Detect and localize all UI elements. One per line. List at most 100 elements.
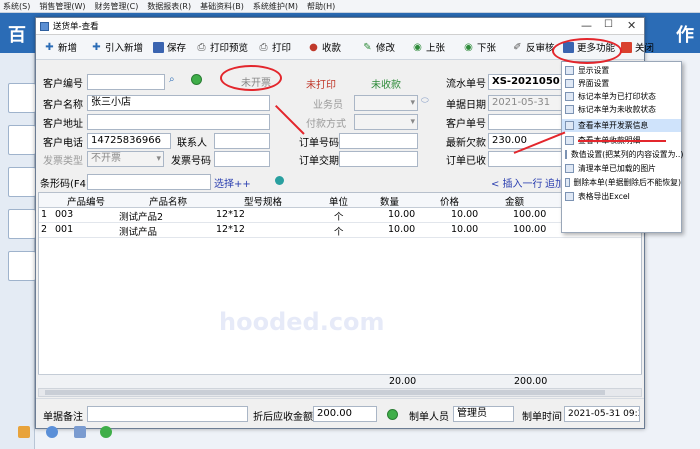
menu-maintain[interactable]: 系统维护(M) (253, 1, 298, 12)
cell-spec[interactable]: 12*12 (216, 224, 245, 235)
menu-item-delete-note[interactable]: 删除本单(单据删除后不能恢复) (562, 176, 681, 189)
confirm-icon[interactable] (387, 409, 398, 420)
debt-label: 最新欠款 (446, 138, 486, 149)
unapprove-button[interactable]: ✐ 反审核 (512, 39, 554, 55)
mark-icon (565, 105, 574, 114)
new-button-label: 新增 (58, 43, 78, 54)
print-button[interactable]: ⎙ 打印 (258, 39, 292, 55)
customer-name-input[interactable]: 张三小店 (87, 95, 270, 111)
cell-amount[interactable]: 100.00 (513, 209, 546, 220)
order-trade-input[interactable] (339, 151, 418, 167)
table-row[interactable]: 1 003 测试产品2 12*12 个 10.00 10.00 100.00 (39, 208, 641, 223)
cell-qty[interactable]: 10.00 (388, 209, 415, 220)
cell-price[interactable]: 10.00 (451, 209, 478, 220)
cell-qty[interactable]: 10.00 (388, 224, 415, 235)
minimize-button[interactable]: — (581, 19, 592, 32)
cust-order-input[interactable] (488, 114, 566, 130)
cell-name[interactable]: 测试产品 (119, 224, 157, 238)
globe-icon[interactable] (275, 176, 284, 185)
menu-item-label: 清理本单已加载的图片 (578, 164, 656, 173)
menu-help[interactable]: 帮助(H) (307, 1, 335, 12)
received-input[interactable] (488, 151, 566, 167)
nav-tile-2[interactable] (8, 125, 36, 155)
header-price[interactable]: 价格 (440, 194, 459, 208)
folder-icon[interactable] (18, 426, 30, 438)
pay-method-select[interactable] (354, 114, 418, 130)
menu-basic[interactable]: 基础资料(B) (200, 1, 244, 12)
remark-input[interactable] (87, 406, 248, 422)
menu-item-clear-images[interactable]: 清理本单已加载的图片 (562, 162, 681, 175)
select-link[interactable]: 选择++ (214, 175, 251, 190)
cell-spec[interactable]: 12*12 (216, 209, 245, 220)
close-button[interactable]: 关闭 (621, 39, 654, 55)
plus-icon: ✚ (92, 41, 101, 53)
salesman-select[interactable] (354, 95, 418, 111)
nav-tile-4[interactable] (8, 209, 36, 239)
cell-unit[interactable]: 个 (334, 224, 344, 238)
print-preview-button[interactable]: ⎙ 打印预览 (196, 39, 249, 55)
coins-icon: ● (309, 41, 318, 53)
invoice-no-input[interactable] (214, 151, 270, 167)
salesman-lookup-icon[interactable]: ⬭ (421, 96, 429, 106)
menu-item-value-settings[interactable]: 数值设置(把某列的内容设置为..) (562, 148, 683, 161)
customer-code-input[interactable] (87, 74, 165, 90)
header-name[interactable]: 产品名称 (149, 194, 187, 208)
nav-tile-5[interactable] (8, 251, 36, 281)
order-no-input[interactable] (339, 133, 418, 149)
invoice-type-select[interactable]: 不开票 (87, 151, 164, 167)
menu-system[interactable]: 系统(S) (3, 1, 30, 12)
menu-item-export-excel[interactable]: 表格导出Excel (562, 190, 681, 203)
serial-input[interactable]: XS-20210501 (488, 74, 566, 90)
nav-tile-3[interactable] (8, 167, 36, 197)
menu-reports[interactable]: 数据报表(R) (147, 1, 191, 12)
clock-icon[interactable] (46, 426, 58, 438)
header-amount[interactable]: 金额 (505, 194, 524, 208)
barcode-input[interactable] (87, 174, 211, 190)
save-button[interactable]: 保存 (153, 39, 186, 55)
scrollbar-thumb[interactable] (45, 390, 605, 395)
menu-item-mark-unpaid[interactable]: 标记本单为未收款状态 (562, 103, 681, 116)
import-new-button[interactable]: ✚ 引入新增 (91, 39, 143, 55)
edit-button[interactable]: ✎ 修改 (362, 39, 395, 55)
table-row[interactable]: 2 001 测试产品 12*12 个 10.00 10.00 100.00 (39, 223, 641, 238)
cell-amount[interactable]: 100.00 (513, 224, 546, 235)
time-input[interactable]: 2021-05-31 09:37:47 (564, 406, 640, 422)
menu-item-ui-settings[interactable]: 界面设置 (562, 77, 681, 90)
cust-order-label: 客户单号 (446, 119, 486, 130)
menu-finance[interactable]: 财务管理(C) (94, 1, 138, 12)
cell-code[interactable]: 003 (55, 209, 73, 220)
cell-name[interactable]: 测试产品2 (119, 209, 163, 223)
close-window-button[interactable]: ✕ (627, 19, 636, 32)
menu-item-display-settings[interactable]: 显示设置 (562, 64, 681, 77)
header-unit[interactable]: 单位 (329, 194, 348, 208)
search-icon[interactable]: ⌕ (169, 74, 175, 85)
date-input[interactable]: 2021-05-31 (488, 95, 566, 111)
header-spec[interactable]: 型号规格 (244, 194, 282, 208)
menu-sales[interactable]: 销售管理(W) (39, 1, 85, 12)
header-qty[interactable]: 数量 (380, 194, 399, 208)
customer-phone-input[interactable]: 14725836966 (87, 133, 171, 149)
nav-tile-1[interactable] (8, 83, 36, 113)
next-button[interactable]: ◉ 下张 (463, 39, 496, 55)
menu-item-view-invoice[interactable]: 查看本单开发票信息 (562, 119, 681, 132)
contact-input[interactable] (214, 133, 270, 149)
search-icon[interactable] (74, 426, 86, 438)
insert-row-link[interactable]: < 插入一行 (491, 175, 543, 190)
refresh-icon[interactable] (191, 74, 202, 85)
menu-item-mark-printed[interactable]: 标记本单为已打印状态 (562, 90, 681, 103)
customer-addr-input[interactable] (87, 114, 270, 130)
customer-code-label: 客户编号 (43, 79, 83, 90)
cell-unit[interactable]: 个 (334, 209, 344, 223)
receive-button[interactable]: ● 收款 (308, 39, 341, 55)
prev-button[interactable]: ◉ 上张 (412, 39, 445, 55)
maximize-button[interactable]: ☐ (604, 19, 613, 30)
new-button[interactable]: ✚ 新增 (44, 39, 77, 55)
maker-input[interactable]: 管理员 (453, 406, 514, 422)
cell-price[interactable]: 10.00 (451, 224, 478, 235)
grid-horizontal-scrollbar[interactable] (38, 388, 642, 397)
app-icon[interactable] (100, 426, 112, 438)
time-label: 制单时间 (522, 412, 562, 423)
cell-code[interactable]: 001 (55, 224, 73, 235)
header-code[interactable]: 产品编号 (67, 194, 105, 208)
discount-input[interactable]: 200.00 (313, 406, 377, 422)
